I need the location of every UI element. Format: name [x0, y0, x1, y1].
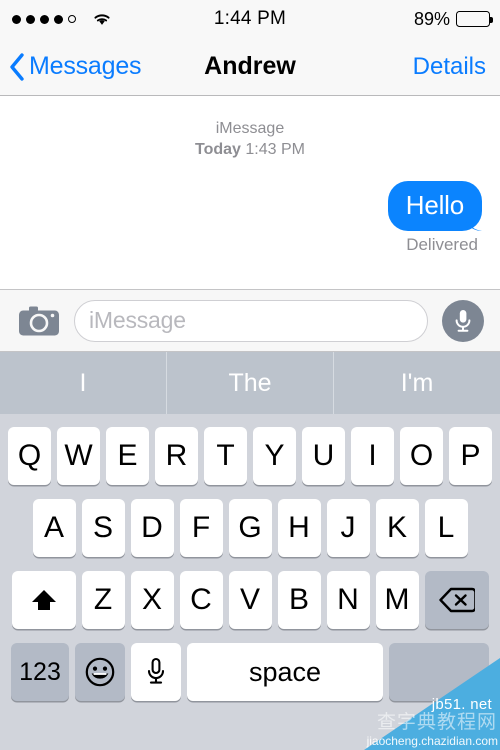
key-l[interactable]: L: [424, 499, 468, 557]
message-bubble-tail: [466, 210, 488, 232]
key-i[interactable]: I: [351, 427, 394, 485]
key-c[interactable]: C: [179, 571, 223, 629]
message-service-label: iMessage: [215, 120, 285, 137]
key-v[interactable]: V: [228, 571, 272, 629]
key-g[interactable]: G: [228, 499, 272, 557]
message-thread[interactable]: iMessage Today 1:43 PM Hello Delivered: [0, 96, 500, 289]
message-input-placeholder: iMessage: [89, 307, 186, 333]
key-p[interactable]: P: [449, 427, 492, 485]
key-f[interactable]: F: [179, 499, 223, 557]
keyboard-row-2: A S D F G H J K L: [0, 485, 500, 557]
key-e[interactable]: E: [106, 427, 149, 485]
navigation-bar: Messages Andrew Details: [0, 38, 500, 96]
shift-key[interactable]: [11, 571, 76, 629]
key-b[interactable]: B: [277, 571, 321, 629]
key-a[interactable]: A: [32, 499, 76, 557]
message-timestamp: Today 1:43 PM: [0, 141, 500, 159]
suggestion-2[interactable]: I'm: [333, 352, 500, 414]
microphone-icon: [147, 657, 165, 684]
voice-message-button[interactable]: [442, 299, 484, 342]
delete-key[interactable]: [424, 571, 489, 629]
message-time-label: 1:43 PM: [245, 141, 305, 158]
key-z[interactable]: Z: [81, 571, 125, 629]
space-key[interactable]: space: [187, 643, 383, 701]
battery-icon: [456, 11, 493, 27]
message-bubble-text: Hello: [405, 190, 464, 220]
keyboard-row-4: 123 space: [0, 629, 500, 701]
key-y[interactable]: Y: [253, 427, 296, 485]
message-text-input[interactable]: iMessage: [74, 299, 428, 342]
status-bar-right: 89%: [413, 8, 493, 30]
key-r[interactable]: R: [155, 427, 198, 485]
key-k[interactable]: K: [375, 499, 419, 557]
message-input-bar: iMessage: [0, 289, 500, 352]
key-h[interactable]: H: [277, 499, 321, 557]
camera-icon[interactable]: [18, 304, 60, 338]
key-u[interactable]: U: [302, 427, 345, 485]
message-day-label: Today: [195, 141, 241, 158]
key-q[interactable]: Q: [8, 427, 51, 485]
key-n[interactable]: N: [326, 571, 370, 629]
suggestion-0[interactable]: I: [0, 352, 166, 414]
key-o[interactable]: O: [400, 427, 443, 485]
backspace-delete-icon: [438, 587, 475, 613]
return-key[interactable]: [389, 643, 489, 701]
dictation-key[interactable]: [131, 643, 181, 701]
key-t[interactable]: T: [204, 427, 247, 485]
keyboard-row-1: Q W E R T Y U I O P: [0, 414, 500, 485]
predictive-text-bar: I The I'm: [0, 352, 500, 414]
key-x[interactable]: X: [130, 571, 174, 629]
battery-percent-label: 89%: [413, 8, 450, 29]
battery-nub: [490, 16, 493, 23]
suggestion-1[interactable]: The: [166, 352, 333, 414]
message-delivery-status: Delivered: [406, 235, 478, 254]
emoji-key[interactable]: [75, 643, 125, 701]
shift-up-arrow-icon: [31, 590, 56, 610]
message-bubble-outgoing[interactable]: Hello: [387, 181, 482, 231]
key-m[interactable]: M: [375, 571, 419, 629]
key-s[interactable]: S: [81, 499, 125, 557]
key-d[interactable]: D: [130, 499, 174, 557]
smiley-face-icon: [85, 657, 115, 687]
key-w[interactable]: W: [57, 427, 100, 485]
onscreen-keyboard: Q W E R T Y U I O P A S D F G H J K L Z …: [0, 414, 500, 750]
numbers-key[interactable]: 123: [11, 643, 69, 701]
iphone-screen: 1:44 PM 89% Messages Andrew Details iMes…: [0, 0, 500, 750]
status-bar: 1:44 PM 89%: [0, 0, 500, 38]
key-j[interactable]: J: [326, 499, 370, 557]
microphone-icon: [455, 309, 471, 332]
keyboard-row-3: Z X C V B N M: [0, 557, 500, 629]
message-row-outgoing: Hello: [0, 181, 500, 231]
details-button[interactable]: Details: [413, 38, 486, 95]
